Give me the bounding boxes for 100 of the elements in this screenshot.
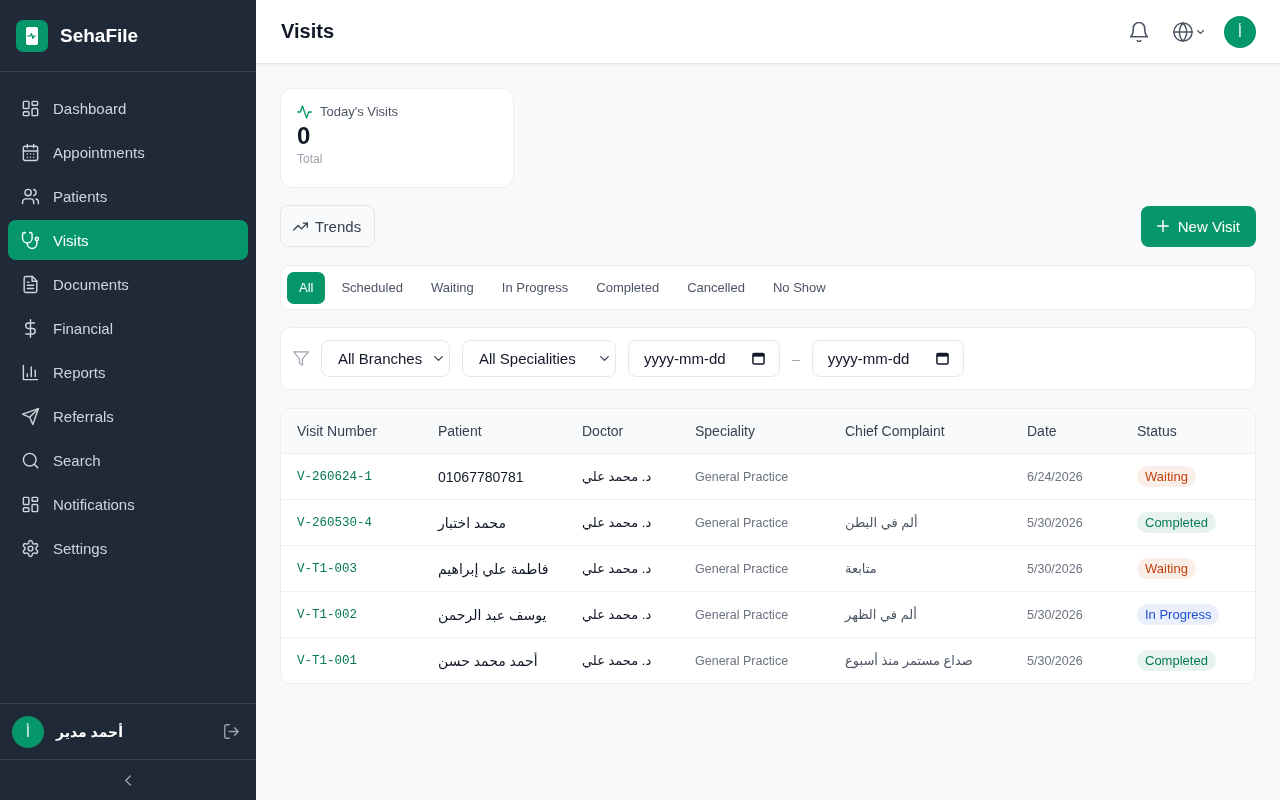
status-tab[interactable]: No Show — [760, 271, 838, 304]
visit-number[interactable]: V-T1-002 — [297, 607, 357, 622]
column-header: Chief Complaint — [844, 423, 946, 439]
patient-name: محمد اختبار — [438, 514, 506, 531]
speciality-text: General Practice — [695, 515, 789, 530]
stat-label: Today's Visits — [320, 104, 399, 119]
trending-up-icon — [293, 221, 308, 231]
visit-date: 5/30/2026 — [1027, 653, 1083, 668]
status-tab[interactable]: Scheduled — [329, 271, 415, 304]
complaint-text: ألم في الظهر — [845, 607, 917, 622]
doctor-name: د. محمد علي — [582, 515, 652, 530]
users-icon — [21, 186, 40, 206]
column-header: Status — [1136, 423, 1178, 439]
layout-grid-icon — [21, 494, 40, 514]
status-tab[interactable]: All — [287, 271, 326, 304]
speciality-text: General Practice — [695, 653, 789, 668]
plus-icon — [1156, 220, 1169, 232]
bell-icon — [1130, 21, 1148, 42]
logout-icon — [223, 724, 239, 739]
column-header: Visit Number — [296, 423, 378, 439]
speciality-text: General Practice — [695, 561, 789, 576]
stat-caption: Total — [297, 151, 324, 166]
patient-name: أحمد محمد حسن — [438, 652, 538, 669]
status-tag: Waiting — [1137, 466, 1196, 487]
document-icon — [21, 274, 40, 294]
complaint-text: ألم في البطن — [845, 515, 918, 530]
nav-item[interactable]: Referrals — [8, 396, 248, 436]
visit-date: 6/24/2026 — [1027, 469, 1083, 484]
paper-plane-icon — [21, 406, 40, 426]
status-tag: Completed — [1137, 650, 1216, 671]
status-tab[interactable]: In Progress — [489, 271, 581, 304]
visit-number[interactable]: V-T1-001 — [297, 653, 357, 668]
calendar-icon — [21, 142, 40, 162]
visit-number[interactable]: V-260530-4 — [297, 515, 372, 530]
stat-value: 0 — [297, 122, 312, 151]
status-tab[interactable]: Cancelled — [675, 271, 757, 304]
status-tab[interactable]: Completed — [584, 271, 672, 304]
column-header: Doctor — [581, 423, 625, 439]
nav-item[interactable]: Visits — [8, 220, 248, 260]
visit-number[interactable]: V-T1-003 — [297, 561, 357, 576]
complaint-text: متابعة — [845, 561, 877, 576]
chevron-down-icon — [434, 356, 443, 361]
doctor-name: د. محمد علي — [582, 607, 652, 622]
visit-date: 5/30/2026 — [1027, 561, 1083, 576]
visit-date: 5/30/2026 — [1027, 515, 1083, 530]
chevron-left-icon — [125, 774, 131, 786]
complaint-text: صداع مستمر منذ أسبوع — [845, 653, 973, 668]
doctor-name: د. محمد علي — [582, 653, 652, 668]
date-field[interactable]: yyyy-mm-dd — [811, 340, 964, 377]
nav-item[interactable]: Documents — [8, 264, 248, 304]
nav-item[interactable]: Notifications — [8, 484, 248, 524]
patient-name: فاطمة علي إبراهيم — [438, 560, 549, 577]
status-tag: Waiting — [1137, 558, 1196, 579]
speciality-text: General Practice — [695, 607, 789, 622]
language-button[interactable] — [1173, 19, 1204, 44]
user-avatar[interactable]: أ — [1224, 15, 1256, 48]
nav-item[interactable]: Financial — [8, 308, 248, 348]
user-name: أحمد مدير — [56, 723, 124, 740]
nav-item[interactable]: Reports — [8, 352, 248, 392]
file-pulse-icon — [16, 19, 48, 52]
globe-icon — [1173, 21, 1193, 42]
calendar-icon[interactable] — [935, 352, 949, 365]
date-field[interactable]: yyyy-mm-dd — [628, 340, 780, 377]
new-visit-button[interactable]: New Visit — [1140, 205, 1256, 247]
status-tag: Completed — [1137, 512, 1216, 533]
trends-button[interactable]: Trends — [280, 205, 376, 247]
nav-item[interactable]: Settings — [8, 528, 248, 568]
search-icon — [21, 450, 40, 470]
nav-item[interactable]: Patients — [8, 176, 248, 216]
nav-item[interactable]: Appointments — [8, 132, 248, 172]
chevron-down-icon — [1197, 29, 1204, 34]
patient-name: 01067780781 — [438, 468, 524, 485]
nav-item[interactable]: Search — [8, 440, 248, 480]
bar-chart-icon — [21, 362, 40, 382]
gear-icon — [21, 538, 40, 558]
status-tab[interactable]: Waiting — [418, 271, 486, 304]
doctor-name: د. محمد علي — [582, 469, 652, 484]
logout-button[interactable] — [222, 722, 240, 741]
column-header: Patient — [437, 423, 483, 439]
calendar-icon[interactable] — [752, 352, 765, 365]
nav-item[interactable]: Dashboard — [8, 88, 248, 128]
status-tag: In Progress — [1137, 604, 1220, 625]
date-separator: – — [792, 350, 800, 367]
speciality-select[interactable]: All Specialities — [462, 340, 616, 377]
page-title: Visits — [281, 20, 334, 43]
branch-select[interactable]: All Branches — [321, 340, 450, 377]
column-header: Date — [1026, 423, 1058, 439]
brand-name: SehaFile — [60, 24, 139, 47]
stethoscope-icon — [21, 230, 40, 250]
user-avatar: أ — [12, 715, 44, 748]
layout-grid-icon — [21, 98, 40, 118]
chevron-down-icon — [600, 356, 609, 361]
notifications-button[interactable] — [1129, 20, 1149, 43]
column-header: Speciality — [694, 423, 756, 439]
visit-number[interactable]: V-260624-1 — [297, 469, 372, 484]
speciality-text: General Practice — [695, 469, 789, 484]
filter-icon — [293, 351, 309, 366]
patient-name: يوسف عبد الرحمن — [438, 606, 547, 623]
pulse-icon — [297, 104, 312, 119]
visit-date: 5/30/2026 — [1027, 607, 1083, 622]
